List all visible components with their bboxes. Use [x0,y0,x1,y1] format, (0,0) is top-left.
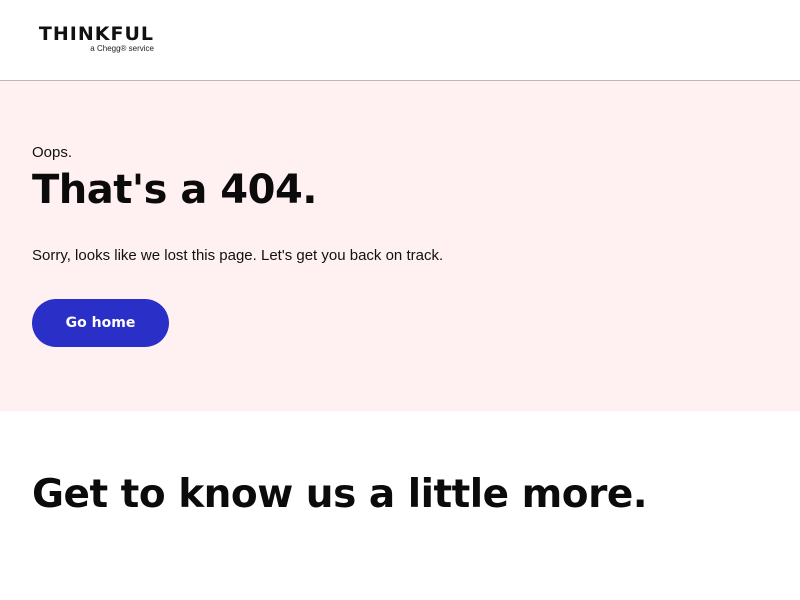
site-header: THINKFUL a Chegg® service [0,0,800,81]
logo-tagline: a Chegg® service [90,44,154,53]
error-eyebrow: Oops. [32,144,73,161]
logo-wordmark: THINKFUL [38,23,154,45]
section-title: Get to know us a little more. [32,472,648,517]
error-hero: Oops. That's a 404. Sorry, looks like we… [0,81,800,411]
error-headline: That's a 404. [32,167,317,213]
thinkful-logo[interactable]: THINKFUL a Chegg® service [24,24,154,54]
error-message: Sorry, looks like we lost this page. Let… [32,247,444,264]
go-home-button[interactable]: Go home [32,299,169,347]
